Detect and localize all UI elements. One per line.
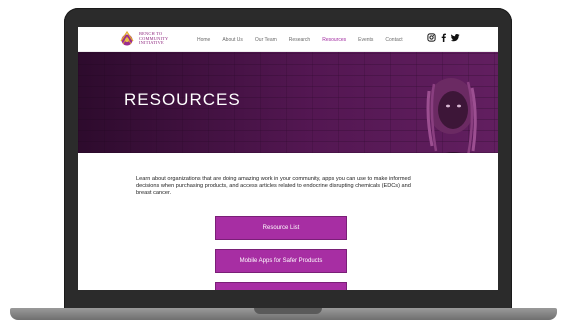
resource-list-button[interactable]: Resource List (215, 216, 347, 240)
logo-line-3: INITIATIVE (139, 40, 164, 46)
twitter-icon[interactable] (451, 33, 460, 42)
site-header: BENCH TO COMMUNITY INITIATIVE Home About… (78, 27, 498, 52)
intro-paragraph: Learn about organizations that are doing… (136, 176, 411, 196)
hero-banner: RESOURCES (78, 52, 498, 153)
nav-item-research[interactable]: Research (289, 37, 310, 43)
site-logo[interactable]: BENCH TO COMMUNITY INITIATIVE (119, 30, 168, 47)
nav-item-about-us[interactable]: About Us (222, 37, 243, 43)
mobile-apps-button[interactable]: Mobile Apps for Safer Products (215, 249, 347, 273)
nav-item-resources[interactable]: Resources (322, 37, 346, 43)
hero-person-image (426, 78, 477, 153)
social-links (427, 33, 463, 42)
nav-item-contact[interactable]: Contact (385, 37, 402, 43)
resources-content: Learn about organizations that are doing… (78, 153, 498, 290)
nav-item-home[interactable]: Home (197, 37, 210, 43)
nav-item-events[interactable]: Events (358, 37, 373, 43)
logo-mark-icon (119, 30, 137, 47)
logo-text: BENCH TO COMMUNITY INITIATIVE (139, 31, 168, 46)
nav-item-our-team[interactable]: Our Team (255, 37, 277, 43)
main-nav: Home About Us Our Team Research Resource… (197, 27, 415, 52)
facebook-icon[interactable] (439, 33, 448, 42)
instagram-icon[interactable] (427, 33, 436, 42)
third-resource-button[interactable] (215, 282, 347, 290)
website-screen: BENCH TO COMMUNITY INITIATIVE Home About… (78, 27, 498, 290)
laptop-notch (254, 308, 322, 314)
page-title: RESOURCES (124, 90, 241, 109)
